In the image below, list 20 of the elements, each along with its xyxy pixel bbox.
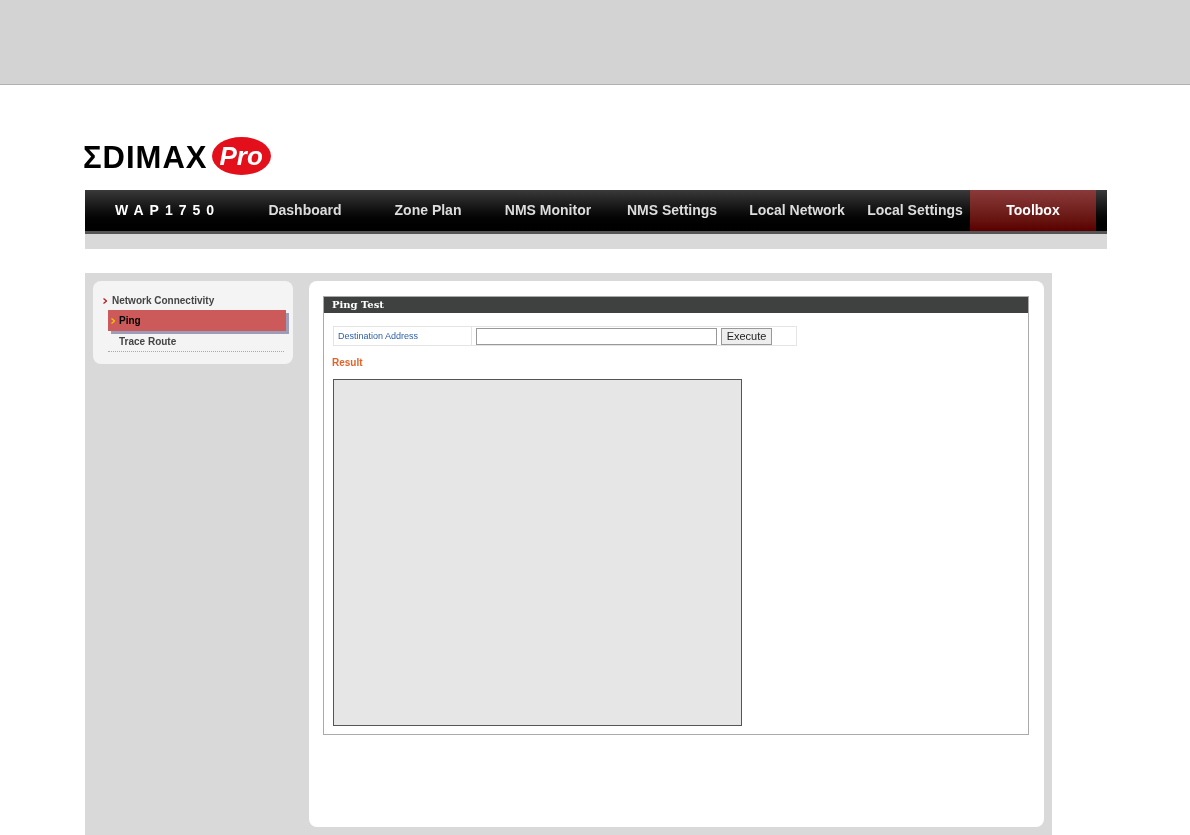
result-label: Result [332,356,364,370]
field-label: Destination Address [334,327,472,345]
sidebar-item[interactable]: Ping [108,310,286,331]
sidebar-item[interactable]: Trace Route [108,331,284,352]
nav-tab[interactable]: Local Settings [860,190,970,231]
device-name: WAP1750 [115,201,222,220]
panel-title: Ping Test [324,297,1028,313]
nav-tab[interactable]: NMS Settings [610,190,734,231]
nav-tab[interactable]: Zone Plan [370,190,486,231]
nav-tab[interactable]: Dashboard [240,190,370,231]
execute-button[interactable]: Execute [721,327,772,345]
nav-tab[interactable]: NMS Monitor [486,190,610,231]
logo-text: ΣDIMAX [83,141,208,175]
chevron-icon [111,317,115,324]
nav-tab[interactable]: Toolbox [970,190,1096,231]
sidebar-group: Network Connectivity [112,293,215,308]
destination-field[interactable] [476,327,717,345]
logo-badge: Pro [211,137,271,175]
nav-tab[interactable]: Local Network [734,190,860,231]
chevron-icon [103,297,107,304]
